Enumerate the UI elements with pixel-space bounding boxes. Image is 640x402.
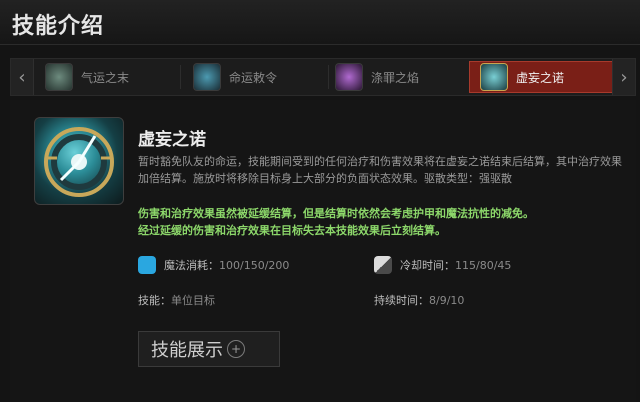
tab-divider (180, 65, 181, 89)
tab-divider (328, 65, 329, 89)
tab-skill-2[interactable]: 命运敕令 (193, 61, 329, 93)
mana-value: 100/150/200 (219, 258, 290, 272)
mana-label: 魔法消耗： (164, 259, 219, 272)
skill-false-promise-icon (480, 63, 508, 91)
tab-label: 涤罪之焰 (371, 70, 420, 85)
duration-label: 持续时间： (374, 294, 429, 307)
tab-label: 虚妄之诺 (516, 70, 565, 85)
skill-notes: 伤害和治疗效果虽然被延缓结算，但是结算时依然会考虑护甲和魔法抗性的减免。 经过延… (138, 205, 630, 239)
skill-name: 虚妄之诺 (138, 130, 206, 150)
duration-value: 8/9/10 (429, 293, 465, 307)
skill-showcase-button[interactable]: 技能展示 + (138, 331, 280, 367)
skill-note-1: 伤害和治疗效果虽然被延缓结算，但是结算时依然会考虑护甲和魔法抗性的减免。 (138, 207, 534, 220)
header-bar: 技能介绍 (0, 0, 640, 45)
duration-stat: 持续时间： 8/9/10 (374, 292, 464, 308)
skill-tab-bar: ‹ 气运之末 命运敕令 涤罪之焰 虚妄之诺 › (10, 58, 636, 96)
skill-purifying-flames-icon (335, 63, 363, 91)
ability-stat: 技能： 单位目标 (138, 292, 215, 308)
cooldown-label: 冷却时间： (400, 259, 455, 272)
tab-label: 气运之末 (81, 70, 130, 85)
cooldown-stat: 冷却时间： 115/80/45 (374, 256, 511, 274)
next-arrow-icon[interactable]: › (612, 59, 635, 95)
plus-circle-icon: + (227, 340, 245, 358)
cooldown-value: 115/80/45 (455, 258, 512, 272)
skill-fate-end-icon (45, 63, 73, 91)
mana-icon (138, 256, 156, 274)
tab-label: 命运敕令 (229, 70, 278, 85)
skill-description: 暂时豁免队友的命运，技能期间受到的任何治疗和伤害效果将在虚妄之诺结束后结算，其中… (138, 155, 622, 185)
page-title: 技能介绍 (12, 14, 105, 39)
cooldown-icon (374, 256, 392, 274)
tab-skill-3[interactable]: 涤罪之焰 (335, 61, 471, 93)
ability-value: 单位目标 (171, 294, 215, 307)
showcase-button-label: 技能展示 (151, 340, 223, 361)
skill-note-2: 经过延缓的伤害和治疗效果在目标失去本技能效果后立刻结算。 (138, 224, 446, 237)
skill-fate-edict-icon (193, 63, 221, 91)
prev-arrow-icon[interactable]: ‹ (11, 59, 34, 95)
tab-skill-4[interactable]: 虚妄之诺 (469, 61, 613, 93)
ability-label: 技能： (138, 294, 171, 307)
false-promise-icon (34, 117, 124, 205)
mana-cost-stat: 魔法消耗： 100/150/200 (138, 256, 289, 274)
tab-skill-1[interactable]: 气运之末 (45, 61, 181, 93)
